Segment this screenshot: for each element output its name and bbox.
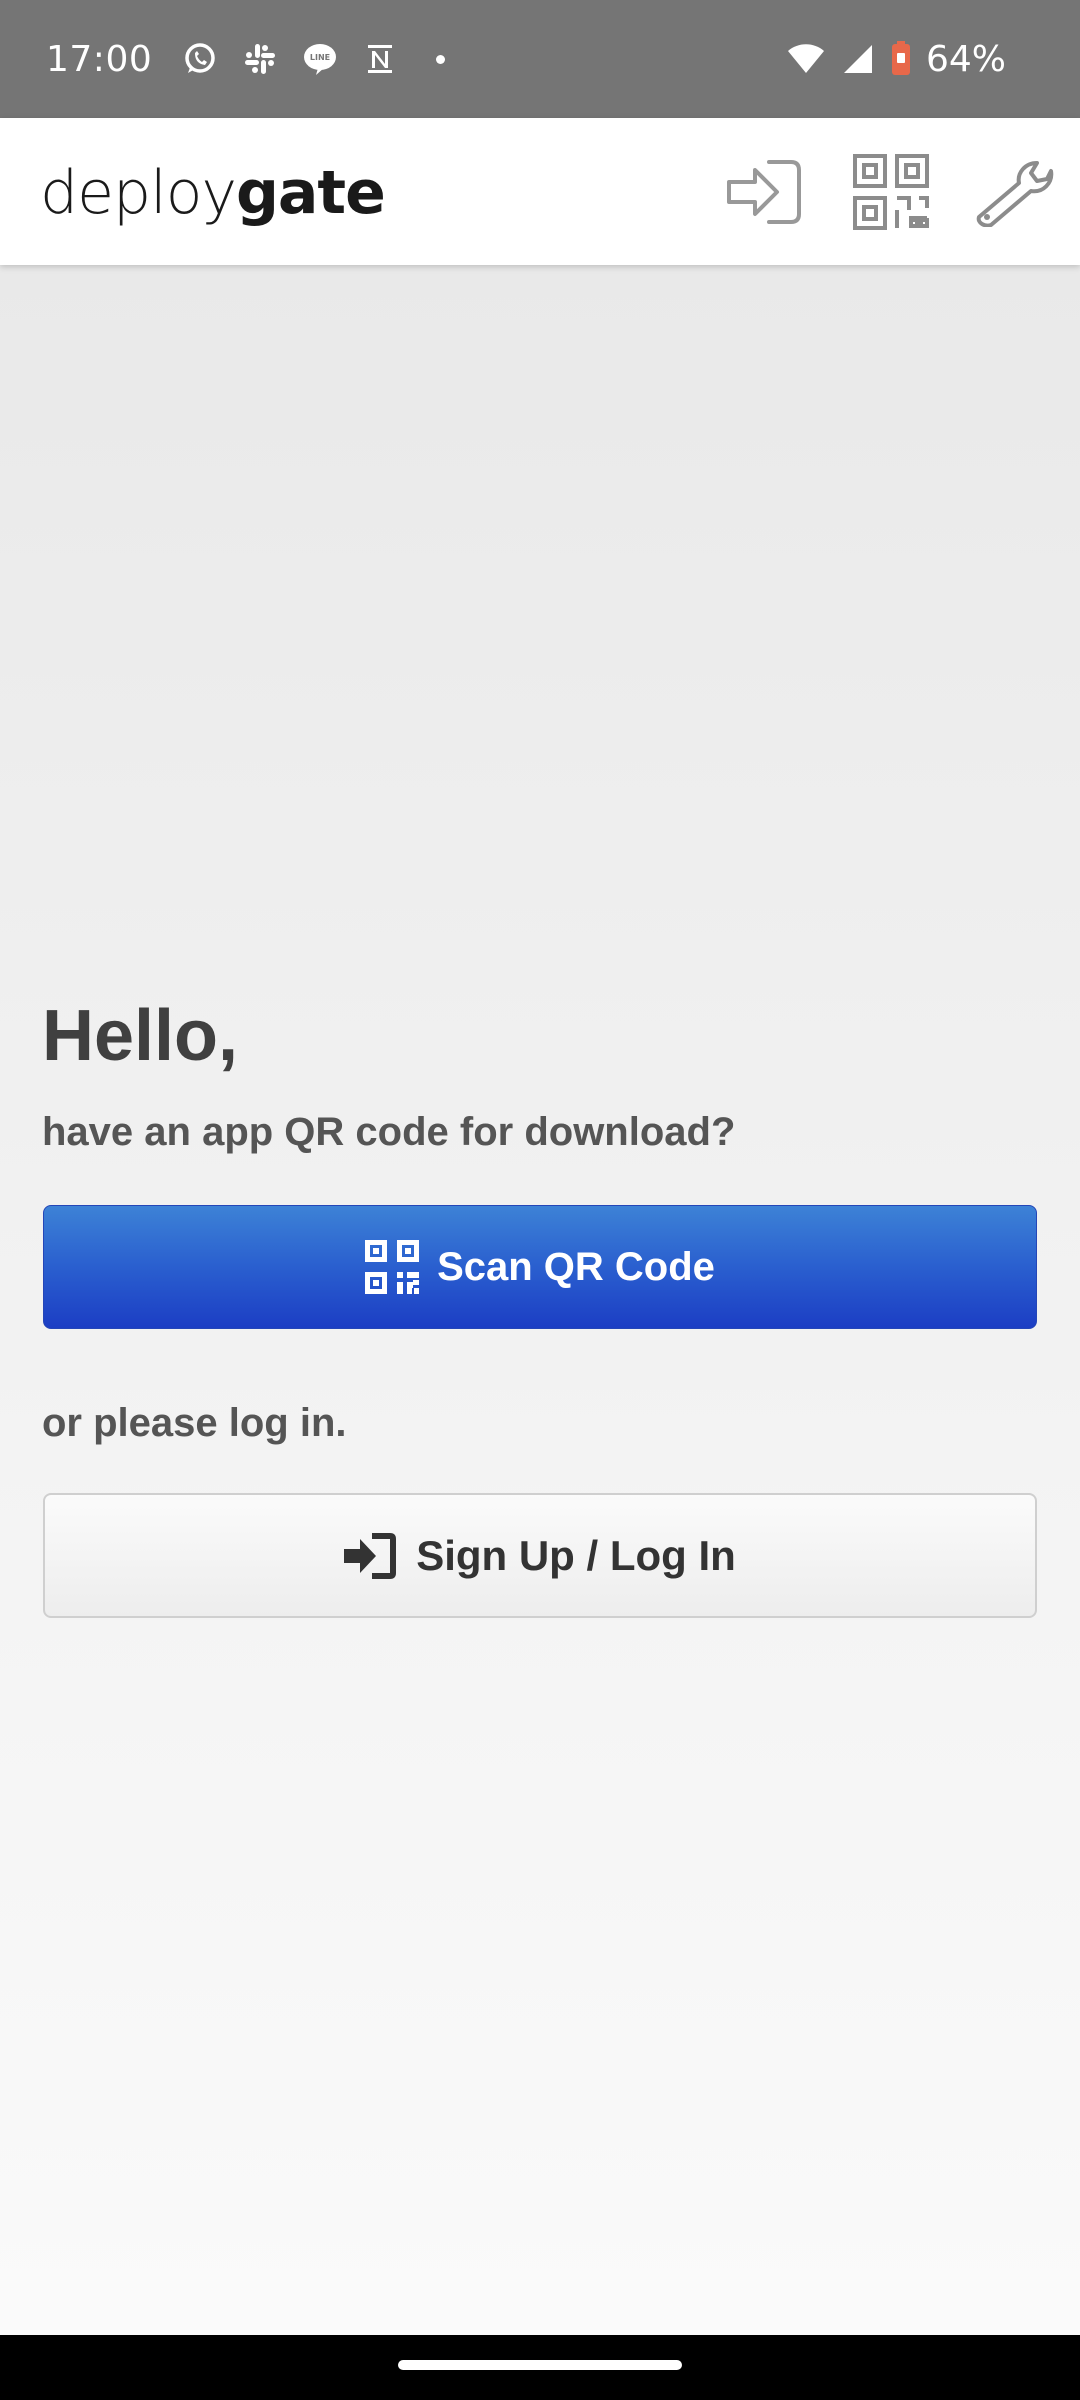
main-content: Hello, have an app QR code for download?… — [0, 265, 1080, 2335]
home-gesture-handle[interactable] — [398, 2360, 682, 2370]
svg-text:LINE: LINE — [310, 53, 330, 62]
greeting-heading: Hello, — [42, 996, 239, 1076]
logo-bold-text: gate — [235, 158, 386, 228]
status-right: 64% — [786, 0, 1006, 118]
login-icon — [725, 158, 803, 231]
line-icon: LINE — [302, 41, 338, 77]
logo-light-text: deploy — [40, 158, 237, 228]
sign-up-login-button[interactable]: Sign Up / Log In — [43, 1493, 1037, 1618]
sign-in-icon — [344, 1531, 398, 1581]
status-left: 17:00 LINE — [46, 0, 458, 118]
slack-icon — [242, 41, 278, 77]
qr-code-icon — [365, 1240, 420, 1294]
notion-icon — [362, 41, 398, 77]
scan-qr-button[interactable]: Scan QR Code — [43, 1205, 1037, 1329]
battery-percent: 64% — [925, 38, 1006, 80]
status-time: 17:00 — [46, 38, 153, 80]
scan-qr-button-label: Scan QR Code — [437, 1244, 715, 1289]
header-settings-button[interactable] — [975, 154, 1055, 234]
wrench-icon — [975, 157, 1055, 232]
login-prompt-text: or please log in. — [42, 1401, 347, 1445]
signal-icon — [840, 41, 876, 77]
header-login-button[interactable] — [724, 154, 804, 234]
deploygate-logo: deploygate — [40, 158, 386, 228]
app-header: deploygate — [0, 118, 1080, 265]
battery-icon — [890, 41, 912, 77]
qr-code-icon — [853, 153, 929, 235]
sign-up-login-button-label: Sign Up / Log In — [416, 1531, 736, 1579]
wifi-icon — [786, 41, 826, 77]
status-bar: 17:00 LINE 64% — [0, 0, 1080, 118]
more-dot-icon — [422, 41, 458, 77]
header-qr-button[interactable] — [851, 153, 931, 235]
whatsapp-icon — [182, 41, 218, 77]
qr-prompt-text: have an app QR code for download? — [42, 1110, 736, 1154]
